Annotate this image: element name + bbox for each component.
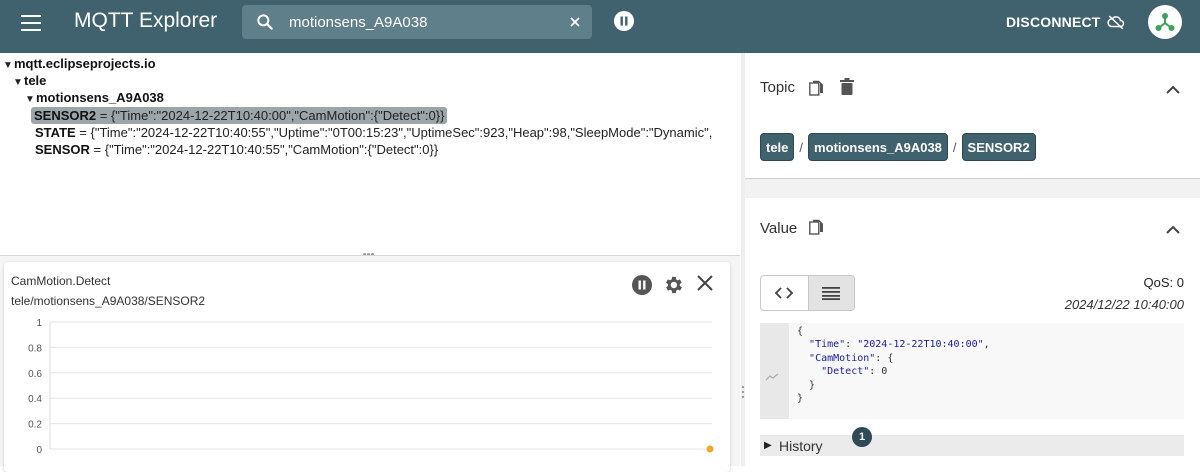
clear-search-icon[interactable] (566, 13, 584, 31)
copy-icon[interactable] (809, 219, 824, 236)
fold-icon[interactable] (765, 373, 779, 381)
expand-arrow-icon: ▼ (13, 77, 23, 88)
leaf-key: SENSOR (35, 142, 90, 157)
view-mode-toggle (760, 275, 855, 311)
cloud-off-icon (1106, 15, 1124, 30)
leaf-value: = {"Time":"2024-12-22T10:40:55","Uptime"… (75, 125, 713, 140)
app-bar: MQTT Explorer DISCONNECT (0, 0, 1200, 53)
message-timestamp: 2024/12/22 10:40:00 (1064, 297, 1184, 312)
leaf-value: = {"Time":"2024-12-22T10:40:00","CamMoti… (96, 108, 445, 123)
app-title: MQTT Explorer (74, 9, 218, 32)
breadcrumb-sensor2[interactable]: SENSOR2 (961, 133, 1036, 161)
topic-section-label: Topic (760, 79, 796, 96)
y-tick-label: 0.4 (28, 394, 42, 405)
delete-icon[interactable] (840, 78, 854, 96)
menu-icon[interactable] (21, 14, 41, 31)
breadcrumb-motionsens[interactable]: motionsens_A9A038 (808, 133, 948, 161)
chevron-up-icon[interactable] (1166, 225, 1180, 235)
breadcrumb-separator: / (952, 139, 957, 155)
breadcrumb-tele[interactable]: tele (760, 133, 795, 161)
search-icon (257, 14, 273, 30)
payload-viewer[interactable]: { "Time": "2024-12-22T10:40:00", "CamMot… (760, 323, 1184, 419)
data-point[interactable] (706, 445, 714, 453)
y-tick-label: 1 (36, 318, 42, 329)
history-toggle[interactable]: ▶ History 1 (760, 427, 1184, 456)
code-icon (774, 287, 794, 299)
qos-label: QoS: 0 (1143, 275, 1184, 290)
pane-resize-handle[interactable] (363, 243, 377, 256)
network-icon (1155, 13, 1175, 31)
tree-leaf-sensor[interactable]: SENSOR = {"Time":"2024-12-22T10:40:55","… (35, 141, 438, 158)
payload-json: { "Time": "2024-12-22T10:40:00", "CamMot… (797, 326, 990, 405)
code-view-button[interactable] (761, 276, 808, 310)
expand-arrow-icon: ▼ (25, 94, 35, 105)
topic-breadcrumb: tele / motionsens_A9A038 / SENSOR2 (760, 133, 1036, 161)
y-tick-label: 0.6 (28, 369, 42, 380)
y-tick-label: 0.8 (28, 343, 42, 354)
tree-node-motionsens[interactable]: ▼motionsens_A9A038 (25, 89, 164, 108)
tree-node-label: tele (24, 73, 47, 88)
tree-leaf-sensor2[interactable]: SENSOR2 = {"Time":"2024-12-22T10:40:00",… (31, 107, 448, 124)
y-tick-label: 0 (36, 445, 42, 456)
lines-icon (822, 287, 841, 300)
section-gap (745, 179, 1200, 198)
history-count-badge: 1 (852, 427, 872, 447)
tree-leaf-state[interactable]: STATE = {"Time":"2024-12-22T10:40:55","U… (35, 124, 712, 141)
leaf-key: STATE (35, 125, 76, 140)
expand-arrow-icon: ▶ (764, 440, 772, 451)
chevron-up-icon[interactable] (1166, 85, 1180, 95)
search-box[interactable] (242, 5, 592, 39)
avatar[interactable] (1148, 5, 1182, 39)
copy-icon[interactable] (809, 80, 824, 97)
raw-view-button[interactable] (807, 276, 854, 310)
y-tick-label: 0.2 (28, 420, 42, 431)
topic-tree: ▼mqtt.eclipseprojects.io ▼tele ▼motionse… (0, 53, 740, 256)
pause-icon[interactable] (613, 10, 635, 32)
tree-node-label: motionsens_A9A038 (36, 90, 164, 105)
tree-node-label: mqtt.eclipseprojects.io (14, 56, 156, 71)
search-input[interactable] (289, 11, 559, 33)
disconnect-button[interactable]: DISCONNECT (1006, 11, 1125, 33)
chart-plot: 1 0.8 0.6 0.4 0.2 0 (28, 318, 714, 456)
leaf-value: = {"Time":"2024-12-22T10:40:55","CamMoti… (89, 142, 439, 157)
value-section-label: Value (760, 220, 798, 237)
chart-card: CamMotion.Detect tele/motionsens_A9A038/… (4, 262, 730, 472)
history-label: History (779, 438, 823, 454)
details-pane: Topic tele / motionsens_A9A038 / SENSOR2… (745, 53, 1200, 466)
disconnect-label: DISCONNECT (1006, 14, 1101, 30)
code-gutter (760, 323, 789, 419)
breadcrumb-separator: / (799, 139, 804, 155)
chart-panel: CamMotion.Detect tele/motionsens_A9A038/… (0, 256, 740, 472)
leaf-key: SENSOR2 (34, 108, 97, 123)
